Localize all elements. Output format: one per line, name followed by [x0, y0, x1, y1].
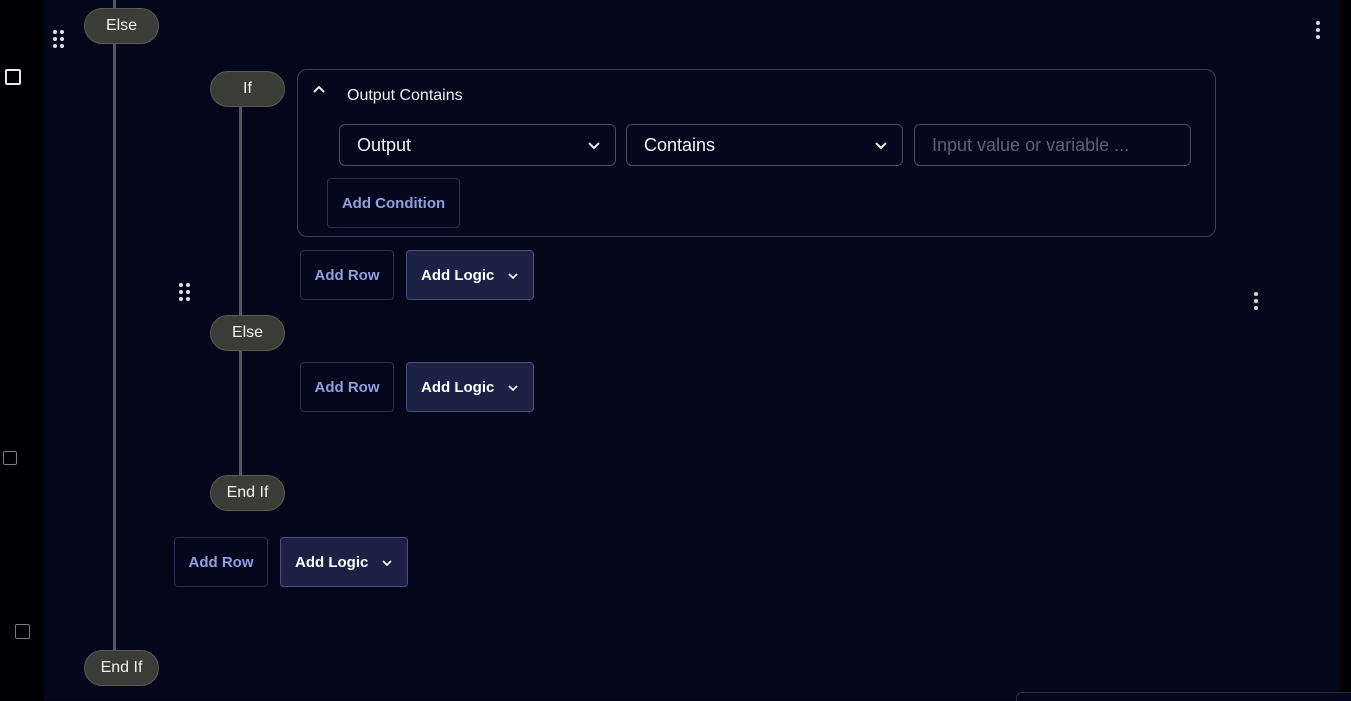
else-node: Else	[84, 8, 159, 44]
add-condition-button[interactable]: Add Condition	[327, 178, 460, 228]
add-logic-label: Add Logic	[295, 553, 369, 571]
inner-branch-connector	[239, 100, 242, 492]
more-vertical-icon[interactable]	[1253, 292, 1259, 312]
add-logic-label: Add Logic	[421, 266, 495, 284]
divider	[297, 240, 1216, 241]
row-checkbox[interactable]	[5, 69, 21, 85]
right-edge	[1340, 0, 1351, 700]
outer-branch-connector	[113, 0, 116, 670]
end-if-node: End If	[84, 650, 159, 686]
add-row-button[interactable]: Add Row	[300, 362, 394, 412]
condition-operator-value: Contains	[644, 134, 716, 155]
more-vertical-icon[interactable]	[1315, 21, 1321, 41]
chevron-down-icon	[588, 142, 600, 150]
condition-value-input[interactable]	[914, 124, 1191, 166]
condition-field-select[interactable]: Output	[339, 124, 616, 166]
chevron-up-icon[interactable]	[312, 82, 326, 96]
add-logic-button[interactable]: Add Logic	[406, 250, 534, 300]
condition-field-value: Output	[357, 134, 412, 155]
else-node: Else	[210, 315, 285, 351]
left-gutter	[0, 0, 44, 700]
chevron-down-icon	[508, 273, 518, 280]
condition-title: Output Contains	[347, 87, 463, 104]
row-checkbox[interactable]	[3, 451, 17, 465]
add-logic-button[interactable]: Add Logic	[280, 537, 408, 587]
drag-handle-icon[interactable]	[53, 30, 65, 48]
add-logic-label: Add Logic	[421, 378, 495, 396]
condition-operator-select[interactable]: Contains	[626, 124, 903, 166]
divider	[175, 520, 1275, 521]
row-checkbox[interactable]	[15, 624, 30, 639]
add-logic-button[interactable]: Add Logic	[406, 362, 534, 412]
add-row-button[interactable]: Add Row	[300, 250, 394, 300]
chevron-down-icon	[382, 560, 392, 567]
condition-card: Output Contains Output Contains Add Cond…	[297, 69, 1216, 237]
add-row-button[interactable]: Add Row	[174, 537, 268, 587]
chevron-down-icon	[508, 385, 518, 392]
if-node: If	[210, 71, 285, 107]
end-if-node: End If	[210, 475, 285, 511]
chevron-down-icon	[875, 142, 887, 150]
drag-handle-icon[interactable]	[179, 283, 191, 301]
